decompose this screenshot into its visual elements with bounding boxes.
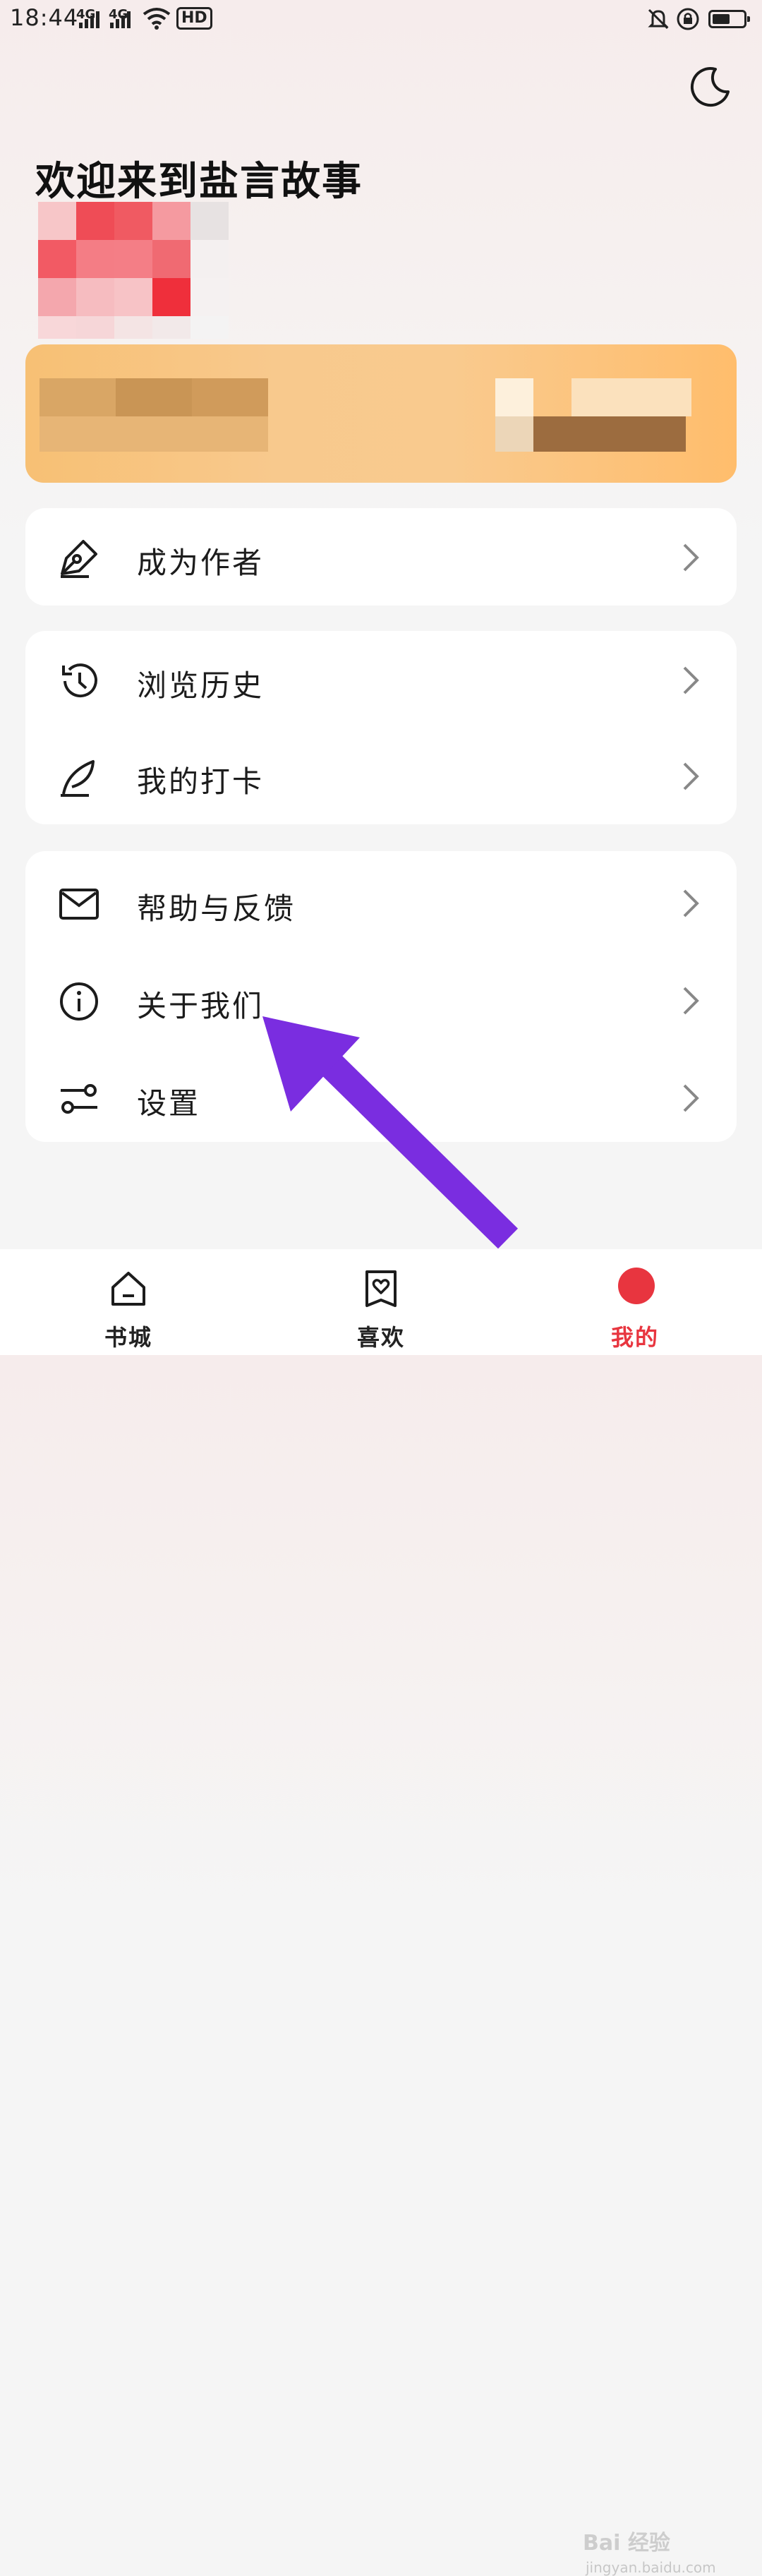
redacted-block	[572, 378, 691, 416]
info-icon	[60, 982, 98, 1021]
watermark-brand: Bai 经验	[583, 2531, 670, 2556]
heart-bookmark-icon	[365, 1270, 397, 1307]
signal-icon	[110, 11, 131, 28]
menu-item-become-author[interactable]: 成为作者	[25, 511, 737, 603]
home-icon	[111, 1272, 145, 1306]
redacted-block	[495, 378, 533, 416]
page-title: 欢迎来到盐言故事	[35, 159, 363, 205]
menu-item-label: 我的打卡	[137, 764, 265, 799]
pen-nib-icon	[61, 540, 97, 578]
chevron-right-icon	[683, 762, 699, 790]
nav-label: 喜欢	[356, 1324, 405, 1351]
status-time: 18:44	[10, 4, 79, 31]
redacted-block	[533, 416, 686, 452]
sliders-icon	[61, 1084, 97, 1114]
menu-item-checkin[interactable]: 我的打卡	[25, 730, 737, 821]
redacted-block	[40, 416, 268, 452]
hd-badge: HD	[176, 7, 212, 30]
nav-label: 书城	[104, 1324, 152, 1351]
menu-item-label: 关于我们	[137, 989, 265, 1023]
rotation-lock-icon	[677, 8, 699, 30]
menu-card-author: 成为作者	[25, 508, 737, 606]
menu-item-label: 成为作者	[137, 546, 265, 580]
feather-icon	[61, 760, 95, 797]
chevron-right-icon	[683, 889, 699, 917]
menu-card-activity: 浏览历史 我的打卡	[25, 631, 737, 824]
wifi-icon	[143, 8, 171, 30]
avatar[interactable]	[38, 202, 229, 339]
menu-card-support: 帮助与反馈 关于我们 设置	[25, 851, 737, 1142]
redacted-block	[495, 416, 533, 452]
menu-item-settings[interactable]: 设置	[25, 1052, 737, 1143]
redacted-block	[192, 378, 268, 416]
moon-icon[interactable]	[687, 64, 732, 109]
history-icon	[62, 663, 97, 698]
avatar-icon	[618, 1268, 655, 1304]
menu-item-about-us[interactable]: 关于我们	[25, 954, 737, 1046]
nav-item-bookstore[interactable]: 书城	[44, 1249, 213, 1355]
nav-item-mine[interactable]: 我的	[550, 1249, 720, 1355]
chevron-right-icon	[683, 666, 699, 694]
battery-icon	[708, 10, 750, 28]
nav-item-favorites[interactable]: 喜欢	[296, 1249, 466, 1355]
chevron-right-icon	[683, 987, 699, 1015]
chevron-right-icon	[683, 543, 699, 572]
menu-item-history[interactable]: 浏览历史	[25, 634, 737, 726]
signal-icon	[79, 11, 99, 28]
redacted-block	[40, 378, 116, 416]
bell-muted-icon	[648, 8, 669, 30]
nav-label: 我的	[610, 1324, 659, 1351]
vip-card[interactable]	[25, 344, 737, 483]
status-bar: 18:44 4G 4G HD	[0, 0, 762, 41]
menu-item-label: 设置	[137, 1086, 201, 1121]
menu-item-help-feedback[interactable]: 帮助与反馈	[25, 857, 737, 949]
mail-icon	[59, 889, 99, 920]
redacted-block	[116, 378, 192, 416]
watermark-url: jingyan.baidu.com	[586, 2559, 716, 2576]
menu-item-label: 浏览历史	[137, 668, 265, 703]
bottom-nav: 书城 喜欢 我的 Bai 经验 jingyan.baidu.com	[0, 1249, 762, 2576]
chevron-right-icon	[683, 1084, 699, 1112]
menu-item-label: 帮助与反馈	[137, 891, 296, 926]
